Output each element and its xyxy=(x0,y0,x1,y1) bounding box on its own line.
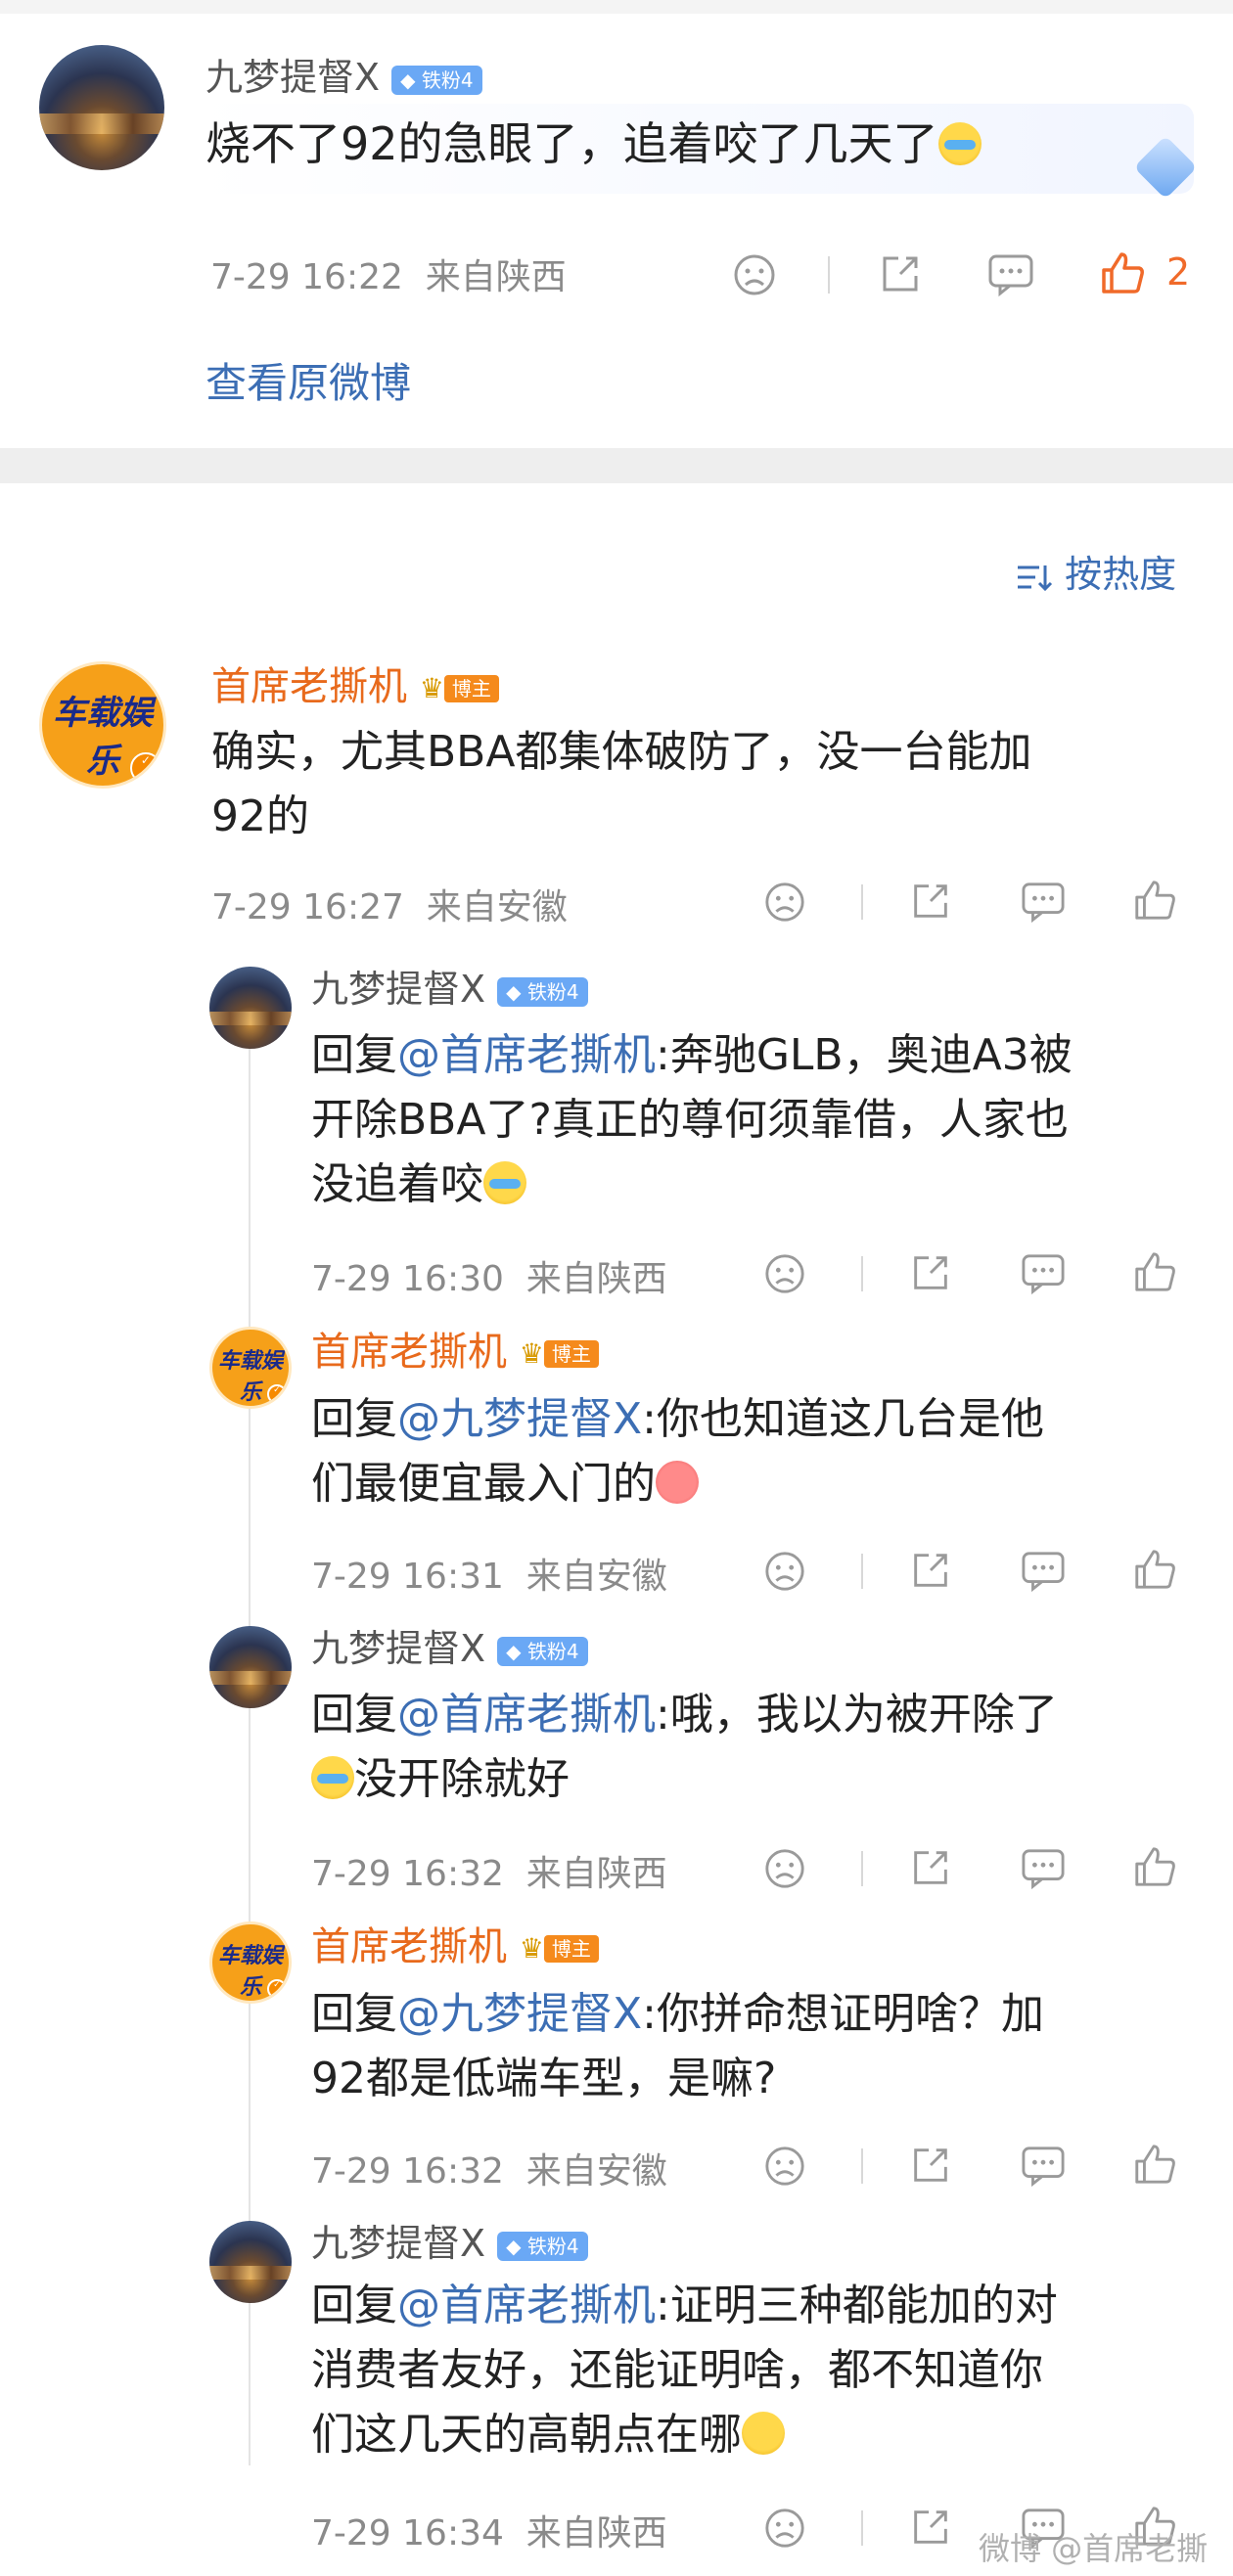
divider xyxy=(861,2148,863,2184)
share-icon[interactable] xyxy=(877,250,924,297)
divider xyxy=(861,2510,863,2546)
fan-badge[interactable]: ◆ 铁粉4 xyxy=(497,976,588,1007)
divider xyxy=(861,1554,863,1589)
avatar[interactable] xyxy=(209,2221,292,2303)
reply-meta: 7-29 16:32 来自安徽 xyxy=(311,2151,667,2192)
mention-link[interactable]: @九梦提督X xyxy=(397,1989,642,2039)
sort-button[interactable]: 按热度 xyxy=(1014,544,1176,598)
post-author-name[interactable]: 九梦提督X xyxy=(206,56,380,99)
divider xyxy=(861,884,863,920)
verified-icon: ✓ xyxy=(266,1383,287,1404)
avatar[interactable] xyxy=(39,45,164,170)
mention-link[interactable]: @九梦提督X xyxy=(397,1394,642,1444)
laugh-cry-emoji-icon xyxy=(937,121,982,165)
reply-meta: 7-29 16:34 来自陕西 xyxy=(311,2513,667,2553)
view-original-link[interactable]: 查看原微博 xyxy=(206,350,411,410)
reply-author-name[interactable]: 九梦提督X xyxy=(311,1627,485,1670)
comment-bubble-icon[interactable] xyxy=(1020,881,1067,924)
watermark: 微博 @首席老撕机 xyxy=(979,2530,1209,2576)
verified-icon: ✓ xyxy=(266,1978,287,1999)
reply-author-row: 九梦提督X ◆ 铁粉4 xyxy=(311,1624,588,1673)
section-separator xyxy=(0,448,1233,483)
divider xyxy=(861,1851,863,1886)
fan-badge[interactable]: ◆ 铁粉4 xyxy=(497,2231,588,2261)
like-count: 2 xyxy=(1166,250,1191,294)
mention-link[interactable]: @首席老撕机 xyxy=(397,2281,656,2330)
mention-link[interactable]: @首席老撕机 xyxy=(397,1690,656,1740)
thumbs-up-icon[interactable] xyxy=(1131,2141,1178,2188)
divider xyxy=(828,256,830,294)
share-icon[interactable] xyxy=(908,879,953,924)
comment-bubble-icon[interactable] xyxy=(1020,1550,1067,1593)
fan-badge[interactable]: ◆ 铁粉4 xyxy=(391,65,482,95)
reply-text: 回复@首席老撕机:哦，我以为被开除了 没开除就好 xyxy=(311,1690,1058,1804)
reply-meta: 7-29 16:30 来自陕西 xyxy=(311,1259,667,1299)
comment-meta: 7-29 16:27 来自安徽 xyxy=(211,887,568,927)
comment-text: 确实，尤其BBA都集体破防了，没一台能加 92的 xyxy=(211,727,1032,841)
avatar[interactable]: 车载娱乐 ✓ xyxy=(39,661,166,789)
share-icon[interactable] xyxy=(908,1548,953,1593)
thumbs-up-icon[interactable] xyxy=(1131,877,1178,924)
comment-author-name[interactable]: 首席老撕机 xyxy=(211,664,407,709)
crown-icon: ♛ xyxy=(519,1337,544,1370)
sad-face-icon[interactable] xyxy=(763,881,806,924)
share-icon[interactable] xyxy=(908,2505,953,2550)
reply-meta: 7-29 16:32 来自陕西 xyxy=(311,1854,667,1894)
comment-bubble-icon[interactable] xyxy=(1020,1847,1067,1890)
reply-author-row: 九梦提督X ◆ 铁粉4 xyxy=(311,965,588,1014)
avatar[interactable]: 车载娱乐 ✓ xyxy=(209,1921,292,2004)
share-icon[interactable] xyxy=(908,1250,953,1295)
avatar[interactable] xyxy=(209,1626,292,1708)
crown-icon: ♛ xyxy=(419,672,444,704)
thumbs-up-icon[interactable] xyxy=(1131,1546,1178,1593)
divider xyxy=(861,1256,863,1291)
sad-face-icon[interactable] xyxy=(763,1550,806,1593)
post-text: 烧不了92的急眼了，追着咬了几天了 xyxy=(206,112,982,176)
top-divider xyxy=(0,0,1233,14)
thinking-emoji-icon xyxy=(742,2412,785,2455)
crown-icon: ♛ xyxy=(519,1932,544,1965)
verified-icon: ✓ xyxy=(129,751,161,784)
reply-meta: 7-29 16:31 来自安徽 xyxy=(311,1557,667,1597)
avatar[interactable] xyxy=(209,967,292,1049)
post-meta: 7-29 16:22 来自陕西 xyxy=(210,257,567,297)
comment-author-row: 首席老撕机 ♛ 博主 xyxy=(211,659,499,716)
laugh-cry-emoji-icon xyxy=(311,1756,354,1799)
sad-face-icon[interactable] xyxy=(763,1252,806,1295)
reply-text: 回复@首席老撕机:证明三种都能加的对 消费者友好，还能证明啥，都不知道你 们这几… xyxy=(311,2281,1058,2460)
reply-author-row: 首席老撕机 ♛ 博主 xyxy=(311,1920,599,1976)
reply-author-row: 首席老撕机 ♛ 博主 xyxy=(311,1325,599,1381)
fan-badge[interactable]: ◆ 铁粉4 xyxy=(497,1636,588,1666)
reply-text: 回复@九梦提督X:你拼命想证明啥？加 92都是低端车型，是嘛? xyxy=(311,1989,1044,2103)
post-author-row: 九梦提督X ◆ 铁粉4 xyxy=(206,53,482,102)
sort-lines-icon xyxy=(1018,565,1053,591)
host-badge: 博主 xyxy=(543,1340,599,1368)
reply-author-name[interactable]: 九梦提督X xyxy=(311,2222,485,2265)
comment-bubble-icon[interactable] xyxy=(1020,2145,1067,2188)
reply-text: 回复@九梦提督X:你也知道这几台是他 们最便宜最入门的 xyxy=(311,1394,1044,1509)
thumbs-up-icon[interactable] xyxy=(1131,1248,1178,1295)
sad-face-icon[interactable] xyxy=(763,2145,806,2188)
reply-author-name[interactable]: 首席老撕机 xyxy=(311,1924,507,1969)
avatar[interactable]: 车载娱乐 ✓ xyxy=(209,1327,292,1409)
host-badge: 博主 xyxy=(443,675,499,702)
sad-face-icon[interactable] xyxy=(732,252,777,297)
pig-emoji-icon xyxy=(656,1461,699,1504)
reply-author-row: 九梦提督X ◆ 铁粉4 xyxy=(311,2219,588,2268)
reply-author-name[interactable]: 首席老撕机 xyxy=(311,1330,507,1375)
reply-author-name[interactable]: 九梦提督X xyxy=(311,968,485,1011)
laugh-cry-emoji-icon xyxy=(483,1161,526,1204)
sad-face-icon[interactable] xyxy=(763,1847,806,1890)
share-icon[interactable] xyxy=(908,1845,953,1890)
thumbs-up-icon[interactable] xyxy=(1098,249,1147,297)
mention-link[interactable]: @首席老撕机 xyxy=(397,1030,656,1080)
comment-bubble-icon[interactable] xyxy=(986,252,1035,297)
reply-text: 回复@首席老撕机:奔驰GLB，奥迪A3被 开除BBA了?真正的尊何须靠借，人家也… xyxy=(311,1030,1073,1209)
share-icon[interactable] xyxy=(908,2143,953,2188)
sad-face-icon[interactable] xyxy=(763,2507,806,2550)
thumbs-up-icon[interactable] xyxy=(1131,1843,1178,1890)
host-badge: 博主 xyxy=(543,1935,599,1963)
comment-bubble-icon[interactable] xyxy=(1020,1252,1067,1295)
